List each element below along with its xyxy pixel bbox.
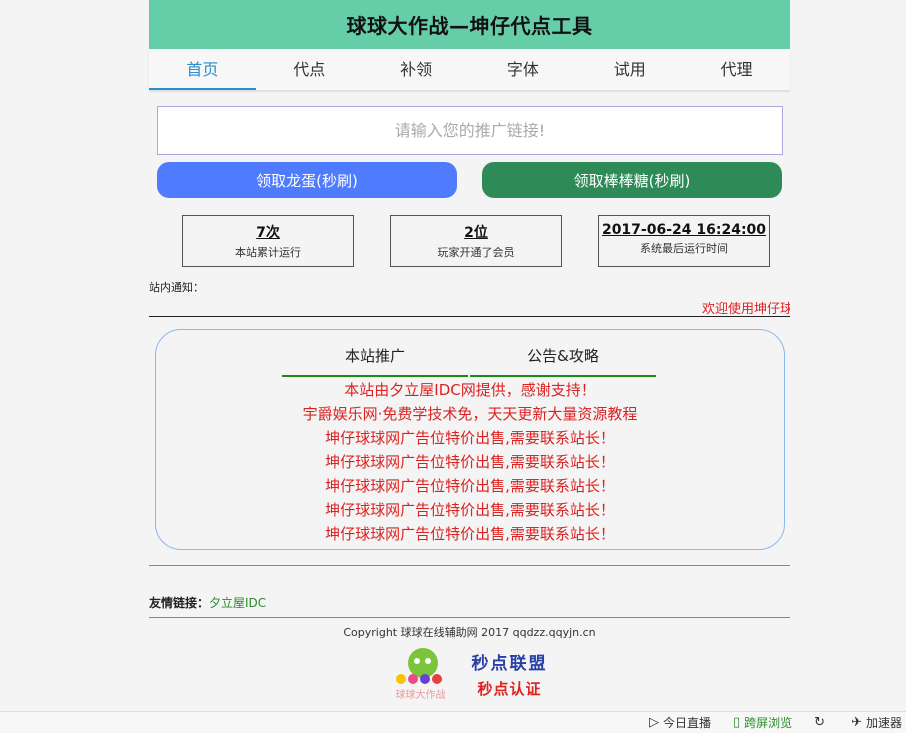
promo-tabs: 本站推广 公告&攻略 <box>282 339 658 377</box>
promo-line[interactable]: 坤仔球球网广告位特价出售,需要联系站长！ <box>156 498 784 522</box>
header: 球球大作战—坤仔代点工具 <box>149 0 790 49</box>
stat-value: 2位 <box>464 225 488 241</box>
phone-icon: ▯ <box>733 715 741 730</box>
statusbar-cross-screen[interactable]: ▯ 跨屏浏览 <box>733 714 792 731</box>
statusbar-live[interactable]: ▷ 今日直播 <box>649 714 711 731</box>
promo-link-input[interactable] <box>158 107 782 154</box>
league-sub: 秒点认证 <box>477 679 542 698</box>
league-title: 秒点联盟 <box>471 653 548 674</box>
promo-line[interactable]: 坤仔球球网广告位特价出售,需要联系站长！ <box>156 426 784 450</box>
promo-line[interactable]: 坤仔球球网广告位特价出售,需要联系站长！ <box>156 474 784 498</box>
link-input-wrapper <box>157 106 783 155</box>
promo-line[interactable]: 本站由夕立屋IDC网提供，感谢支持！ <box>156 378 784 402</box>
ball-icon <box>431 674 442 684</box>
league-badge[interactable]: 秒点联盟 秒点认证 <box>472 649 548 699</box>
statusbar-label: 加速器 <box>865 716 902 730</box>
copyright: Copyright 球球在线辅助网 2017 qqdzz.qqyjn.cn <box>343 626 596 639</box>
marquee-text: 欢迎使用坤仔球 <box>702 302 790 317</box>
tab-home[interactable]: 首页 <box>149 49 256 90</box>
divider <box>149 617 790 618</box>
tab-font[interactable]: 字体 <box>469 49 576 90</box>
statusbar-label: 今日直播 <box>662 716 711 730</box>
friend-links: 友情链接：夕立屋IDC <box>149 594 790 611</box>
stat-last-run: 2017-06-24 16:24:00 系统最后运行时间 <box>598 215 770 267</box>
stat-value: 7次 <box>256 225 280 241</box>
footer-badges: 球球大作战 秒点联盟 秒点认证 <box>149 646 790 701</box>
ball-icon <box>395 674 406 684</box>
statusbar-label: 跨屏浏览 <box>744 716 793 730</box>
claim-lollipop-button[interactable]: 领取棒棒糖(秒刷) <box>482 162 782 198</box>
stat-value: 2017-06-24 16:24:00 <box>601 222 767 238</box>
tab-agent[interactable]: 代理 <box>683 49 790 90</box>
tab-announcements[interactable]: 公告&攻略 <box>470 339 656 377</box>
stat-members: 2位 玩家开通了会员 <box>390 215 562 267</box>
page-title: 球球大作战—坤仔代点工具 <box>346 14 593 38</box>
refresh-icon: ↻ <box>814 715 826 730</box>
stat-run-count: 7次 本站累计运行 <box>182 215 354 267</box>
page: 球球大作战—坤仔代点工具 首页 代点 补领 字体 试用 代理 领取龙蛋(秒刷) … <box>0 0 906 733</box>
divider <box>149 565 790 566</box>
promo-line[interactable]: 坤仔球球网广告位特价出售,需要联系站长！ <box>156 450 784 474</box>
statusbar-accelerator[interactable]: ✈ 加速器 <box>851 714 902 731</box>
game-logo[interactable]: 球球大作战 <box>392 646 454 701</box>
promo-line[interactable]: 坤仔球球网广告位特价出售,需要联系站长！ <box>156 522 784 546</box>
action-buttons: 领取龙蛋(秒刷) 领取棒棒糖(秒刷) <box>157 162 782 198</box>
statusbar-refresh[interactable]: ↻ <box>814 715 829 730</box>
promo-line[interactable]: 宇爵娱乐网·免费学技术免，天天更新大量资源教程 <box>156 402 784 426</box>
tab-order[interactable]: 代点 <box>256 49 363 90</box>
tab-site-promo[interactable]: 本站推广 <box>282 339 468 377</box>
friend-link[interactable]: 夕立屋IDC <box>209 596 266 610</box>
browser-statusbar: ▷ 今日直播 ▯ 跨屏浏览 ↻ ✈ 加速器 <box>0 711 906 733</box>
nav-tabs: 首页 代点 补领 字体 试用 代理 <box>149 49 790 91</box>
main-content: 球球大作战—坤仔代点工具 首页 代点 补领 字体 试用 代理 领取龙蛋(秒刷) … <box>149 0 790 701</box>
promo-lines: 本站由夕立屋IDC网提供，感谢支持！ 宇爵娱乐网·免费学技术免，天天更新大量资源… <box>156 378 784 546</box>
mascot-eye-icon <box>413 658 420 664</box>
stat-label: 本站累计运行 <box>235 246 301 259</box>
stat-label: 系统最后运行时间 <box>640 242 728 255</box>
play-circle-icon: ▷ <box>648 715 659 730</box>
stats-row: 7次 本站累计运行 2位 玩家开通了会员 2017-06-24 16:24:00… <box>182 215 770 267</box>
promo-panel: 本站推广 公告&攻略 本站由夕立屋IDC网提供，感谢支持！ 宇爵娱乐网·免费学技… <box>155 329 785 550</box>
rocket-icon: ✈ <box>851 715 862 730</box>
mascot-eye-icon <box>424 658 431 664</box>
logo-text: 球球大作战 <box>395 690 446 701</box>
tab-reclaim[interactable]: 补领 <box>363 49 470 90</box>
ball-icon <box>419 674 430 684</box>
claim-egg-button[interactable]: 领取龙蛋(秒刷) <box>157 162 457 198</box>
stat-label: 玩家开通了会员 <box>437 246 515 259</box>
friend-links-label: 友情链接： <box>149 596 210 610</box>
notice-label: 站内通知： <box>149 281 204 294</box>
ball-icon <box>407 674 418 684</box>
notice-marquee: 欢迎使用坤仔球 <box>149 295 790 317</box>
tab-trial[interactable]: 试用 <box>576 49 683 90</box>
